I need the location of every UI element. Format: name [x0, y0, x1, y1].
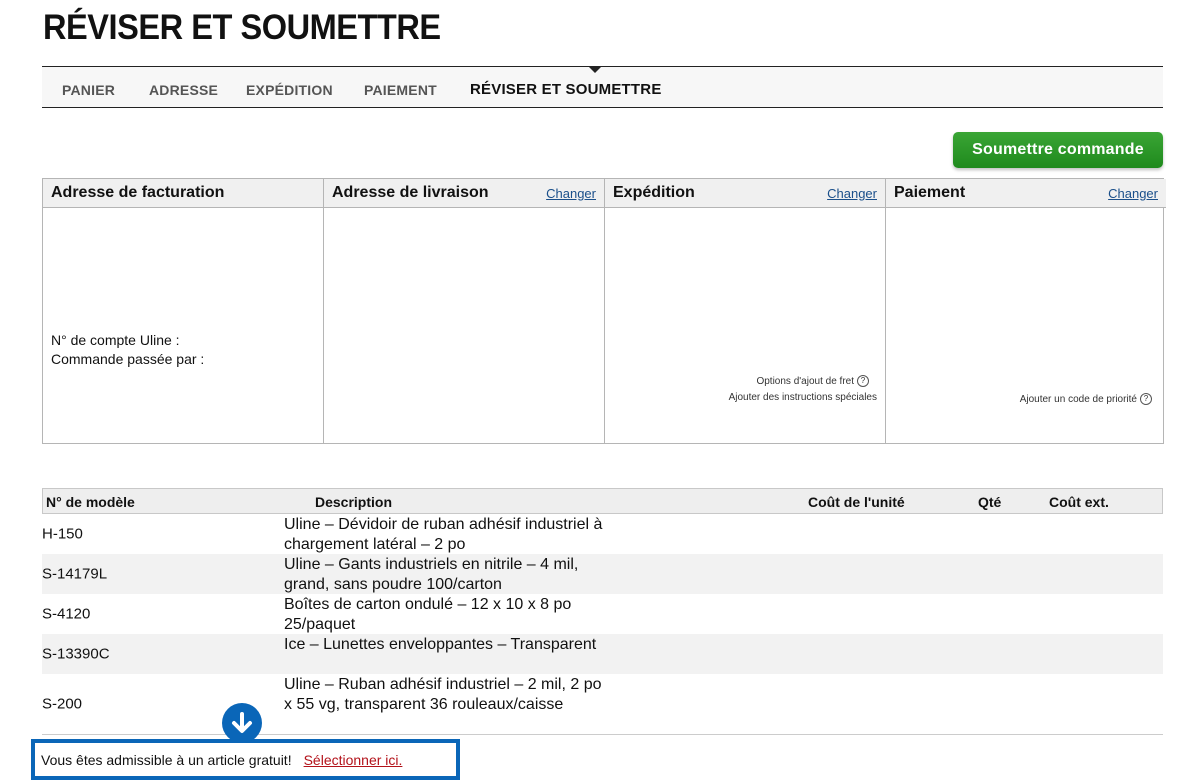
model-number: S-4120	[42, 605, 91, 623]
item-description: Boîtes de carton ondulé – 12 x 10 x 8 po…	[284, 596, 572, 633]
items-table-header: N° de modèle Description Coût de l'unité…	[42, 488, 1163, 514]
free-item-message: Vous êtes admissible à un article gratui…	[41, 751, 292, 768]
billing-address-title: Adresse de facturation	[51, 184, 225, 201]
freight-options-label: Options d'ajout de fret	[756, 375, 854, 387]
model-number: S-13390C	[42, 645, 110, 663]
special-instructions-label: Ajouter des instructions spéciales	[728, 392, 877, 403]
table-row: H-150 Uline – Dévidoir de ruban adhésif …	[42, 514, 1163, 554]
table-row: S-4120 Boîtes de carton ondulé – 12 x 10…	[42, 594, 1163, 634]
submit-order-button[interactable]: Soumettre commande	[953, 132, 1163, 168]
checkout-steps: PANIER ADRESSE EXPÉDITION PAIEMENT RÉVIS…	[42, 66, 1163, 108]
table-row: S-200 Uline – Ruban adhésif industriel –…	[42, 674, 1163, 735]
priority-code-link[interactable]: Ajouter un code de priorité ?	[1020, 393, 1152, 405]
column-unit-cost: Coût de l'unité	[808, 494, 905, 510]
shipping-title: Expédition	[613, 184, 695, 201]
step-reviser-soumettre: RÉVISER ET SOUMETTRE	[470, 81, 662, 98]
item-description: Uline – Ruban adhésif industriel – 2 mil…	[284, 676, 602, 713]
free-item-banner: Vous êtes admissible à un article gratui…	[31, 739, 460, 780]
payment-panel: Paiement Changer Ajouter un code de prio…	[886, 179, 1166, 443]
question-circle-icon[interactable]: ?	[1140, 393, 1152, 405]
change-shipping-link[interactable]: Changer	[827, 186, 877, 201]
order-summary-panels: Adresse de facturation N° de compte Ulin…	[42, 178, 1166, 444]
item-description: Uline – Dévidoir de ruban adhésif indust…	[284, 516, 603, 553]
table-row: S-13390C Ice – Lunettes enveloppantes – …	[42, 634, 1163, 674]
step-paiement[interactable]: PAIEMENT	[364, 82, 437, 98]
freight-options-link[interactable]: Options d'ajout de fret ?	[756, 375, 869, 387]
billing-address-panel: Adresse de facturation N° de compte Ulin…	[43, 179, 324, 443]
column-qty: Qté	[978, 494, 1002, 510]
active-step-pointer-icon	[589, 67, 601, 73]
model-number: H-150	[42, 525, 83, 543]
ordered-by-label: Commande passée par :	[51, 351, 205, 367]
step-panier[interactable]: PANIER	[62, 82, 115, 98]
change-shipping-address-link[interactable]: Changer	[546, 186, 596, 201]
items-table-body: H-150 Uline – Dévidoir de ruban adhésif …	[42, 514, 1163, 735]
step-adresse[interactable]: ADRESSE	[149, 82, 218, 98]
shipping-address-title: Adresse de livraison	[332, 184, 489, 201]
arrow-down-icon	[232, 712, 252, 733]
payment-title: Paiement	[894, 184, 966, 201]
page-title: RÉVISER ET SOUMETTRE	[43, 8, 441, 47]
column-description: Description	[315, 494, 393, 510]
column-ext-cost: Coût ext.	[1049, 494, 1109, 510]
arrow-down-circle-icon	[222, 703, 262, 743]
column-model: N° de modèle	[46, 494, 135, 510]
step-expedition[interactable]: EXPÉDITION	[246, 82, 333, 98]
shipping-panel: Expédition Changer Options d'ajout de fr…	[605, 179, 886, 443]
shipping-address-panel: Adresse de livraison Changer	[324, 179, 605, 443]
select-free-item-link[interactable]: Sélectionner ici.	[304, 752, 403, 768]
special-instructions-link[interactable]: Ajouter des instructions spéciales	[729, 392, 877, 403]
model-number: S-200	[42, 695, 83, 713]
item-description: Ice – Lunettes enveloppantes – Transpare…	[284, 636, 597, 653]
account-number-label: N° de compte Uline :	[51, 332, 180, 348]
change-payment-link[interactable]: Changer	[1108, 186, 1158, 201]
item-description: Uline – Gants industriels en nitrile – 4…	[284, 556, 579, 593]
priority-code-label: Ajouter un code de priorité	[1019, 393, 1137, 405]
question-circle-icon[interactable]: ?	[857, 375, 869, 387]
table-row: S-14179L Uline – Gants industriels en ni…	[42, 554, 1163, 594]
model-number: S-14179L	[42, 565, 108, 583]
